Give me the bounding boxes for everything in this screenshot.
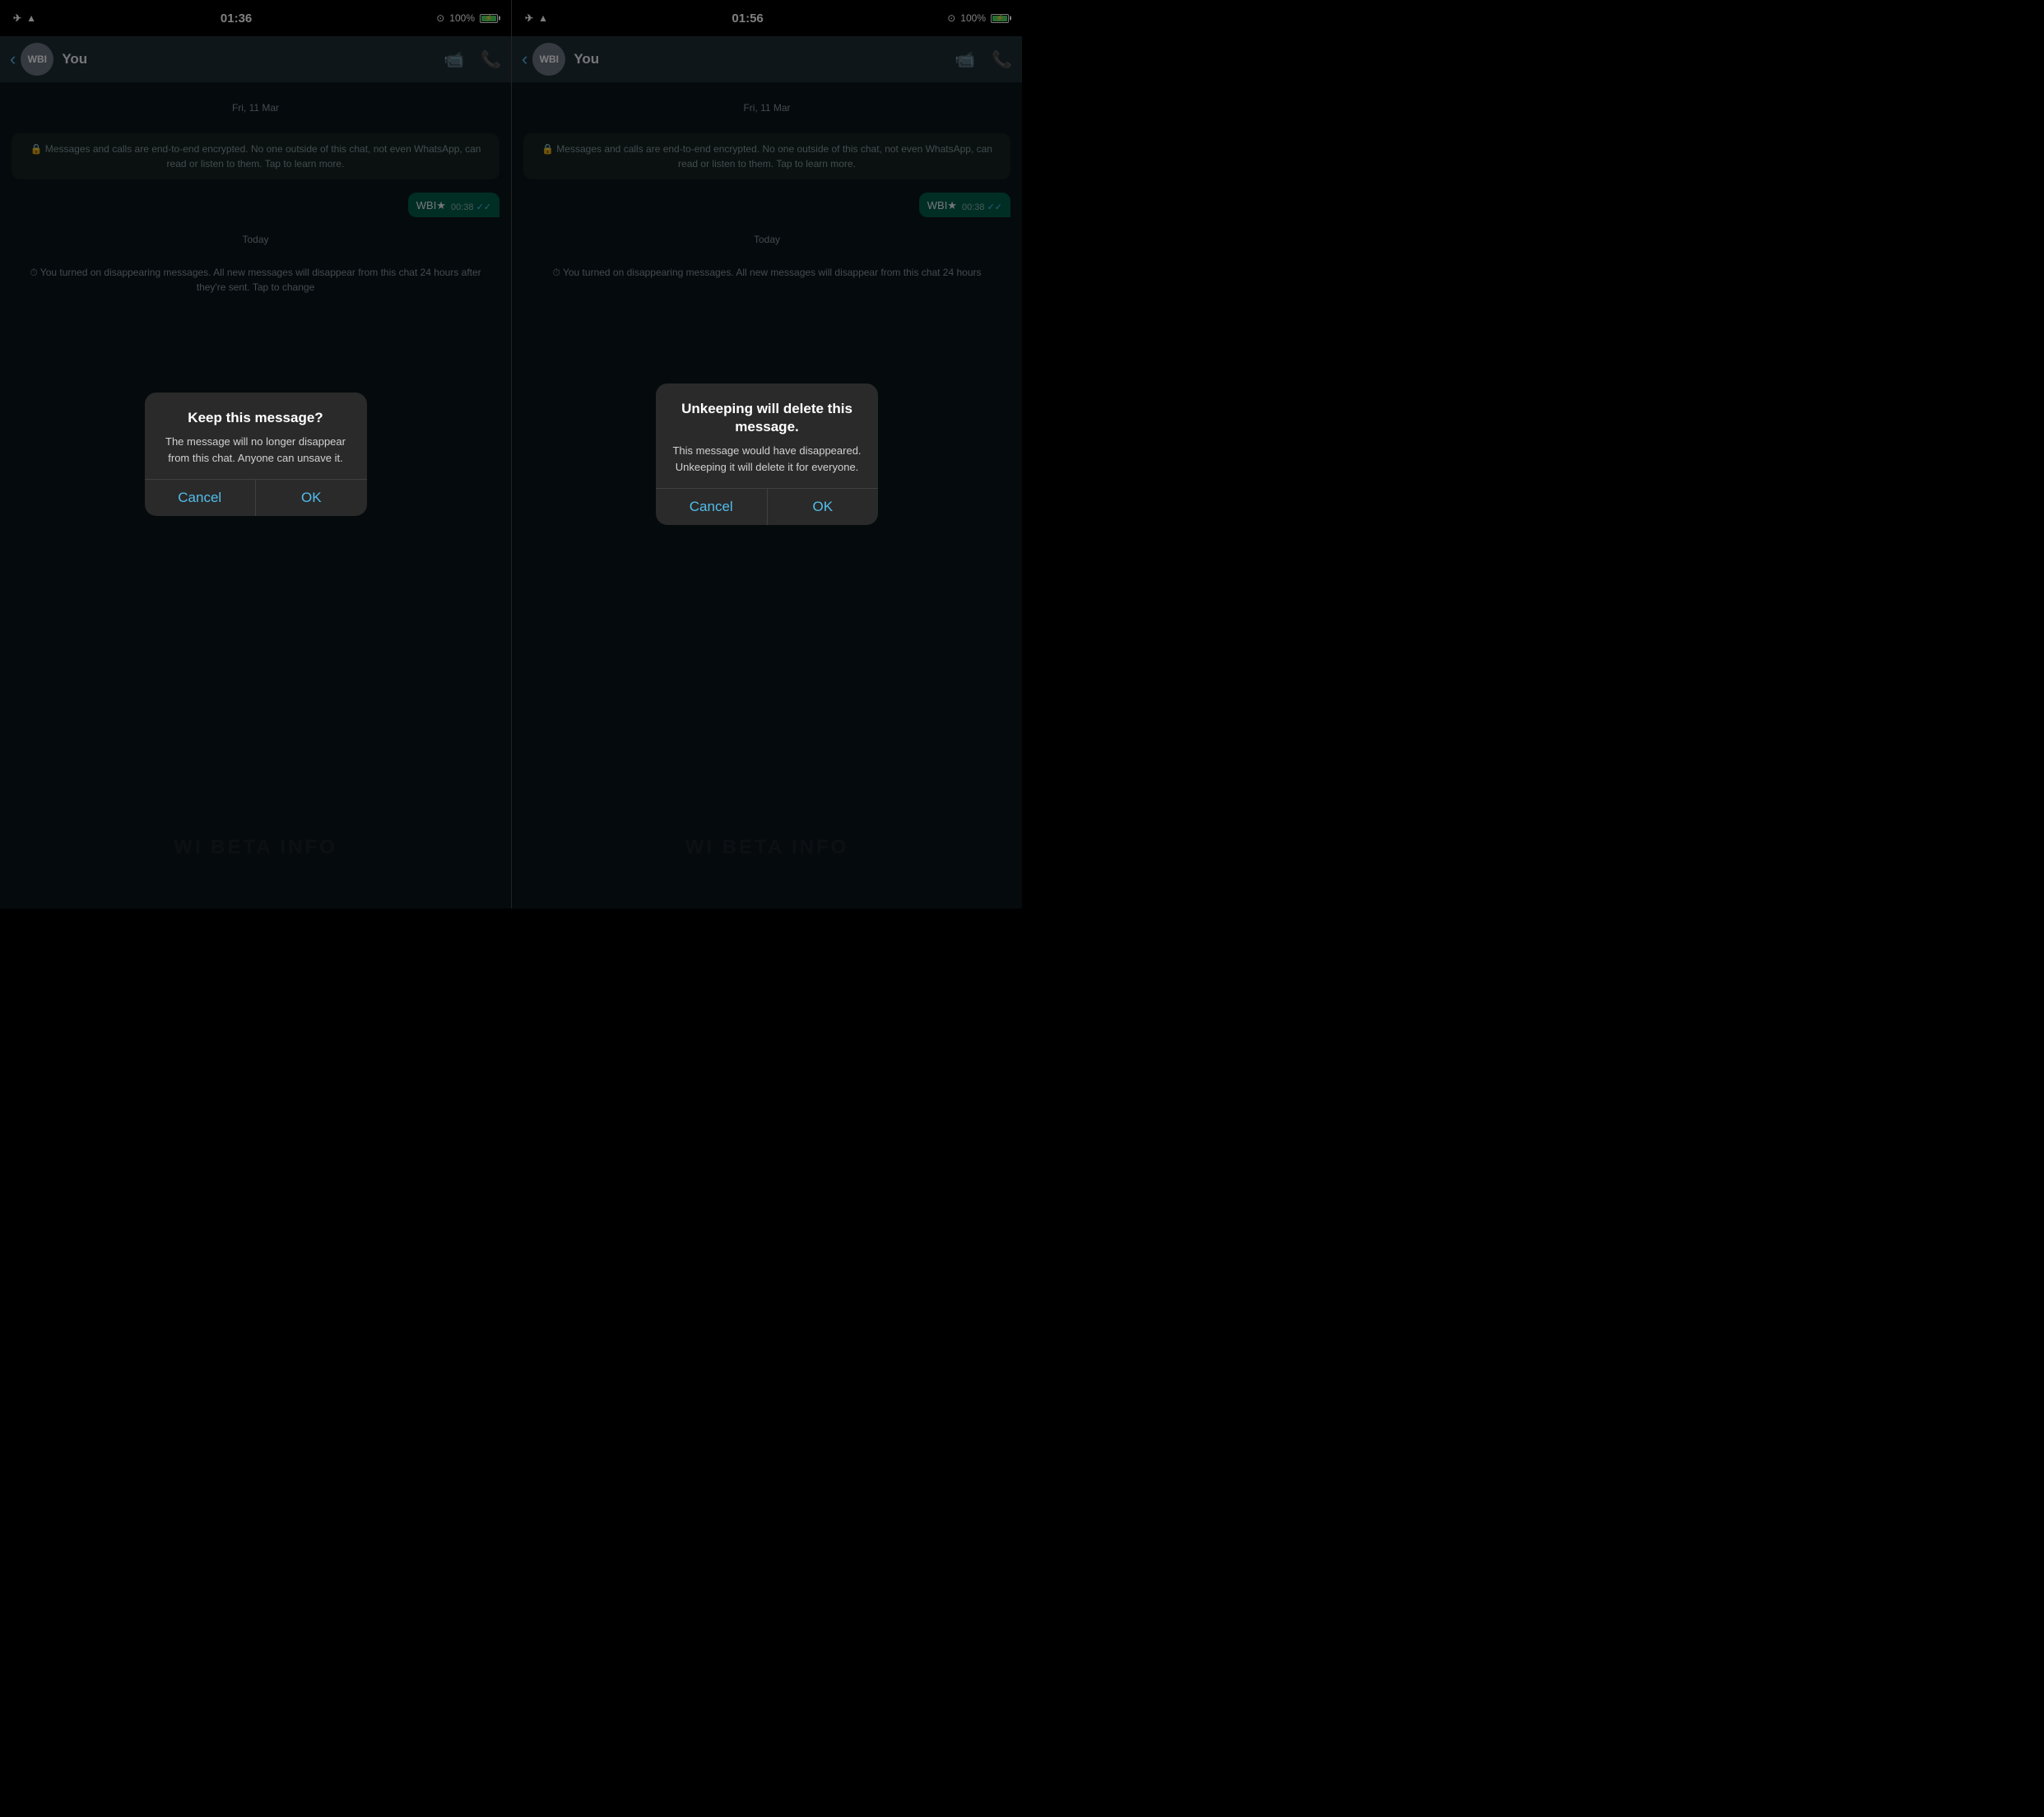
dialog-overlay-2: Unkeeping will delete this message. This…: [512, 0, 1022, 908]
screen-2: ✈ ▲ 01:56 ⊙ 100% ⚡ ‹ WBI You 📹 📞: [511, 0, 1022, 908]
dialog-content-2: Unkeeping will delete this message. This…: [656, 383, 878, 488]
dialog-2: Unkeeping will delete this message. This…: [656, 383, 878, 525]
dialog-buttons-2: Cancel OK: [656, 489, 878, 525]
dialog-cancel-2[interactable]: Cancel: [656, 489, 767, 525]
dialog-ok-1[interactable]: OK: [255, 480, 367, 516]
dialog-message-2: This message would have disappeared. Unk…: [669, 443, 865, 475]
dialog-content-1: Keep this message? The message will no l…: [145, 393, 367, 479]
screen-1: ✈ ▲ 01:36 ⊙ 100% ⚡ ‹ WBI You 📹 📞: [0, 0, 511, 908]
dialog-title-2: Unkeeping will delete this message.: [669, 400, 865, 436]
dialog-ok-2[interactable]: OK: [767, 489, 879, 525]
dialog-title-1: Keep this message?: [158, 409, 354, 427]
dialog-message-1: The message will no longer disappear fro…: [158, 434, 354, 466]
dialog-overlay-1: Keep this message? The message will no l…: [0, 0, 511, 908]
dialog-buttons-1: Cancel OK: [145, 480, 367, 516]
dialog-cancel-1[interactable]: Cancel: [145, 480, 256, 516]
dialog-1: Keep this message? The message will no l…: [145, 393, 367, 516]
